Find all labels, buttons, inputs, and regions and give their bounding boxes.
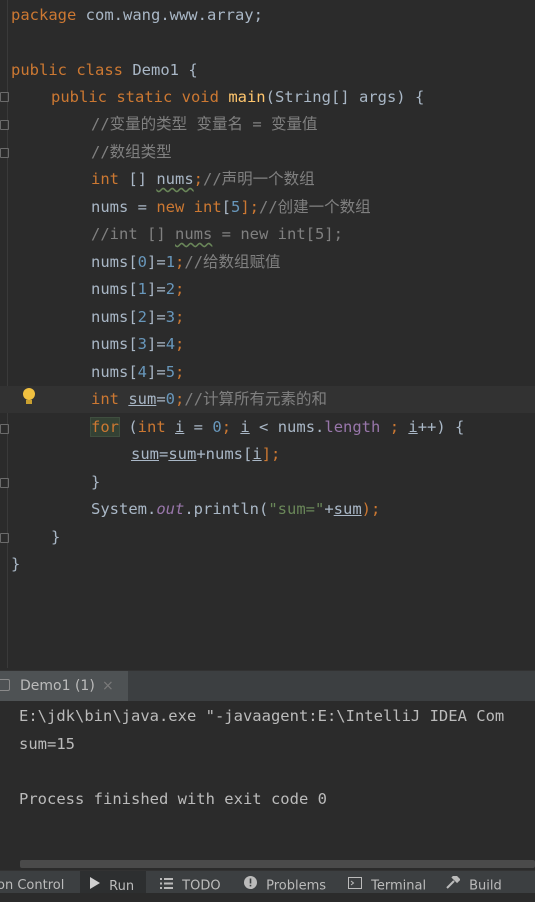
code-line-sum: int sum=0;//计算所有元素的和 [91, 390, 328, 408]
console-output[interactable]: E:\jdk\bin\java.exe "-javaagent:E:\Intel… [0, 701, 535, 861]
run-tab-demo1[interactable]: Demo1 (1) × [0, 671, 128, 701]
code-line-assign: nums[0]=1;//给数组赋值 [91, 253, 281, 271]
fold-marker[interactable] [0, 533, 9, 543]
fold-marker[interactable] [0, 92, 9, 102]
code-line-comment: //数组类型 [91, 143, 172, 161]
code-line-brace: } [91, 473, 101, 491]
todo-label: TODO [182, 878, 221, 894]
terminal-icon [348, 871, 362, 901]
code-line-comment: //变量的类型 变量名 = 变量值 [91, 115, 318, 133]
lightbulb-icon[interactable] [22, 388, 36, 406]
code-line-class: public class Demo1 { [11, 61, 198, 79]
run-label: Run [109, 878, 135, 894]
play-icon [90, 871, 100, 901]
console-line: E:\jdk\bin\java.exe "-javaagent:E:\Intel… [19, 707, 505, 725]
terminal-label: Terminal [371, 878, 427, 894]
fold-marker[interactable] [0, 148, 9, 158]
close-icon[interactable]: × [102, 671, 114, 701]
code-line-declare: int [] nums;//声明一个数组 [91, 170, 315, 188]
fold-marker[interactable] [0, 424, 9, 434]
code-line-brace: } [11, 555, 21, 573]
version-control-button[interactable]: on Control [0, 871, 64, 893]
problems-button[interactable]: Problems [244, 871, 327, 894]
run-tab-label: Demo1 (1) [20, 678, 95, 694]
code-line-main: public static void main(String[] args) { [51, 88, 425, 106]
terminal-button[interactable]: Terminal [348, 871, 427, 894]
code-line-for: for (int i = 0; i < nums.length ; i++) { [90, 417, 465, 437]
run-panel-header: Demo1 (1) × [0, 670, 535, 701]
code-line-loop-body: sum=sum+nums[i]; [131, 445, 281, 463]
console-horizontal-scrollbar[interactable] [0, 858, 535, 870]
build-label: Build [469, 878, 502, 894]
code-editor[interactable]: package com.wang.www.array; public class… [0, 0, 535, 668]
console-line: Process finished with exit code 0 [19, 790, 327, 808]
version-control-label: on Control [0, 878, 65, 893]
fold-marker[interactable] [0, 120, 9, 130]
console-line: sum=15 [19, 735, 75, 753]
todo-button[interactable]: TODO [160, 871, 221, 894]
code-line-assign: nums[1]=2; [91, 280, 185, 298]
list-icon [160, 871, 173, 901]
problems-label: Problems [266, 878, 327, 894]
code-line-println: System.out.println("sum="+sum); [91, 500, 381, 518]
scrollbar-thumb[interactable] [20, 860, 535, 868]
code-line-comment: //int [] nums = new int[5]; [91, 225, 343, 243]
run-button[interactable]: Run [80, 871, 146, 894]
build-button[interactable]: Build [446, 871, 502, 894]
warning-circle-icon [244, 871, 257, 901]
fold-marker[interactable] [0, 478, 9, 488]
code-line-assign: nums[3]=4; [91, 335, 185, 353]
console-icon [0, 679, 10, 691]
code-line-package: package com.wang.www.array; [11, 6, 263, 24]
hammer-icon [446, 871, 461, 901]
tool-window-bar: on Control Run TODO Problems Terminal Bu… [0, 870, 535, 894]
code-line-create: nums = new int[5];//创建一个数组 [91, 198, 371, 216]
code-line-assign: nums[4]=5; [91, 363, 185, 381]
code-line-assign: nums[2]=3; [91, 308, 185, 326]
code-line-brace: } [51, 528, 61, 546]
